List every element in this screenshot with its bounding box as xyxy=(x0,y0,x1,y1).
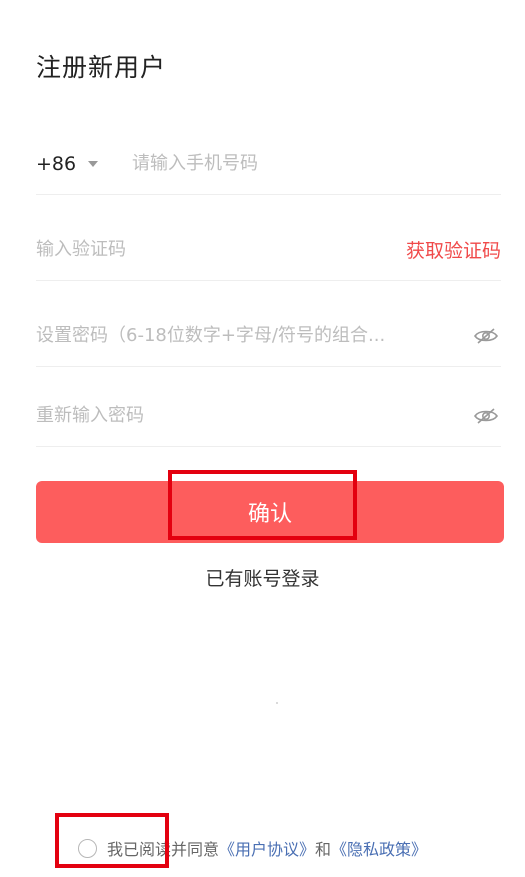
eye-off-icon[interactable] xyxy=(471,405,501,427)
privacy-policy-link[interactable]: 《隐私政策》 xyxy=(331,836,427,860)
country-code-selector[interactable]: +86 xyxy=(36,153,132,175)
agreement-prefix: 我已阅读并同意 xyxy=(107,840,220,859)
verification-code-input[interactable] xyxy=(36,239,406,260)
agreement-and: 和 xyxy=(315,840,332,859)
repassword-row xyxy=(36,385,501,447)
register-page: 注册新用户 +86 获取验证码 确认 xyxy=(0,0,525,877)
radio-unchecked-icon[interactable] xyxy=(78,838,97,858)
password-row xyxy=(36,305,501,367)
chevron-down-icon xyxy=(88,160,99,167)
get-code-button[interactable]: 获取验证码 xyxy=(406,236,501,263)
eye-off-icon[interactable] xyxy=(471,325,501,347)
phone-row: +86 xyxy=(36,133,501,195)
user-agreement-link[interactable]: 《用户协议》 xyxy=(219,836,315,860)
login-link[interactable]: 已有账号登录 xyxy=(0,564,525,591)
repassword-input[interactable] xyxy=(36,405,461,426)
country-code-label: +86 xyxy=(36,152,77,175)
phone-input[interactable] xyxy=(132,153,501,174)
code-row: 获取验证码 xyxy=(36,219,501,281)
confirm-button[interactable]: 确认 xyxy=(36,481,504,543)
agreement-row: 我已阅读并同意 《用户协议》 和 《隐私政策》 xyxy=(78,836,427,860)
password-input[interactable] xyxy=(36,325,461,346)
decorative-dot xyxy=(276,702,278,704)
page-title: 注册新用户 xyxy=(36,53,167,82)
